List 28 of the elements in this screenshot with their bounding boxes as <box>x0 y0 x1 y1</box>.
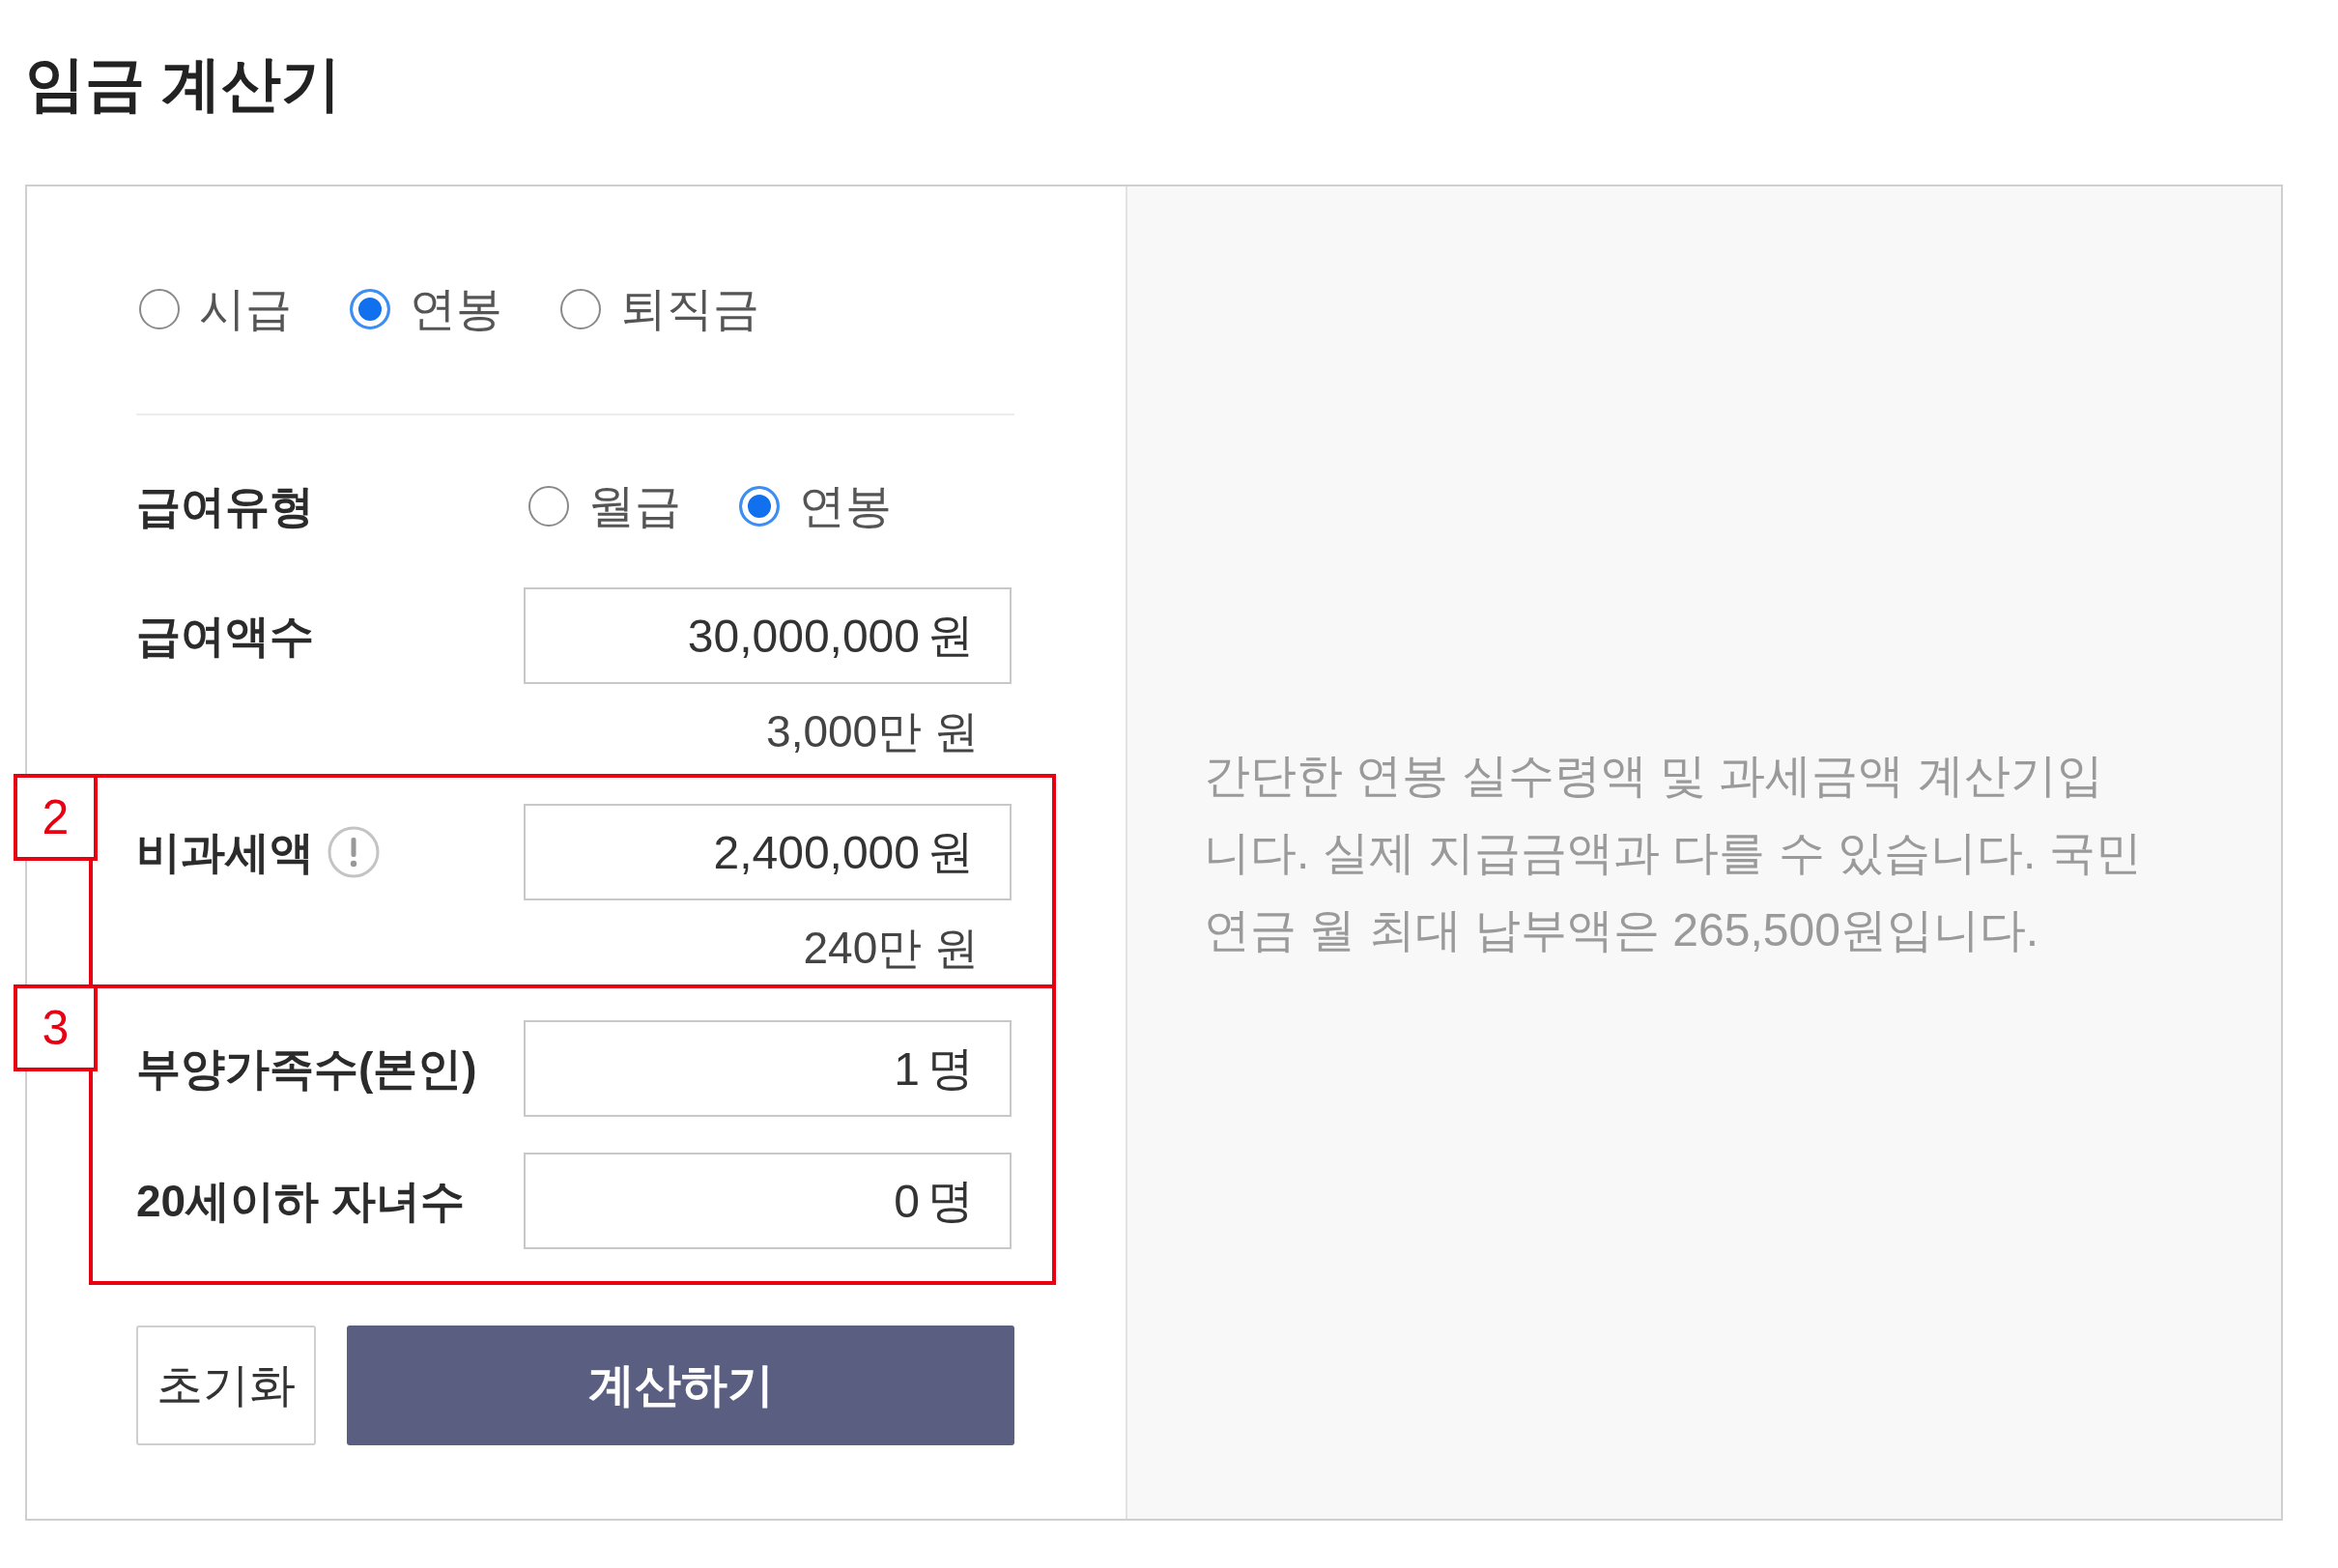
description-text: 간단한 연봉 실수령액 및 과세금액 계산기입니다. 실제 지급금액과 다를 수 있습니다. 국민연금 월 최대 납부액은 265,500원입니다. <box>1204 748 2143 957</box>
reset-button[interactable]: 초기화 <box>136 1326 316 1445</box>
radio-button[interactable] <box>350 289 390 329</box>
radio-label[interactable]: 연봉 <box>799 477 892 535</box>
field-label: 부양가족수(본인) <box>136 1042 477 1096</box>
input-field[interactable]: 2,400,000 원 <box>524 804 1012 900</box>
field-label: 급여유형 <box>136 480 314 533</box>
exclamation-icon[interactable] <box>328 826 380 878</box>
calculate-button[interactable]: 계산하기 <box>347 1326 1014 1445</box>
field-label: 20세이하 자녀수 <box>136 1175 465 1228</box>
page-title: 임금 계산기 <box>25 49 342 119</box>
input-field[interactable]: 0 명 <box>524 1153 1012 1249</box>
radio-label[interactable]: 연봉 <box>410 280 502 338</box>
annotation-number: 2 <box>14 774 98 861</box>
input-field[interactable]: 30,000,000 원 <box>524 587 1012 684</box>
radio-button[interactable] <box>560 289 601 329</box>
amount-note: 240만 원 <box>803 922 979 975</box>
field-label: 비과세액 <box>136 826 314 879</box>
radio-label[interactable]: 시급 <box>199 280 292 338</box>
amount-note: 3,000만 원 <box>766 705 979 758</box>
annotation-number: 3 <box>14 984 98 1071</box>
field-label: 급여액수 <box>136 610 314 663</box>
radio-button[interactable] <box>528 486 569 527</box>
radio-label[interactable]: 퇴직금 <box>620 280 759 338</box>
radio-button[interactable] <box>139 289 180 329</box>
radio-button[interactable] <box>739 486 780 527</box>
input-field[interactable]: 1 명 <box>524 1020 1012 1117</box>
radio-label[interactable]: 월급 <box>588 477 681 535</box>
